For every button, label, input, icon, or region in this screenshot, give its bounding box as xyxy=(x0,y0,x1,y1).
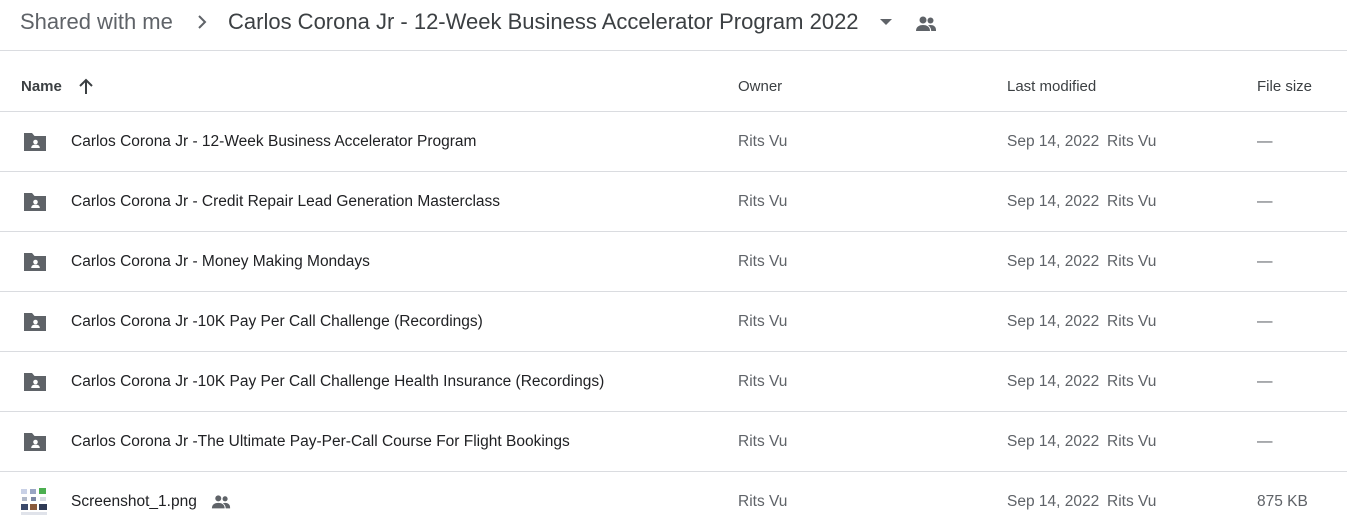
file-modified-by: Rits Vu xyxy=(1107,193,1157,210)
column-header-last-modified[interactable]: Last modified xyxy=(1007,51,1096,111)
file-modified-by: Rits Vu xyxy=(1107,493,1157,510)
file-owner: Rits Vu xyxy=(738,193,788,210)
file-owner: Rits Vu xyxy=(738,493,788,510)
shared-folder-icon xyxy=(24,313,46,331)
file-name[interactable]: Carlos Corona Jr - 12-Week Business Acce… xyxy=(71,112,476,172)
file-row[interactable]: Screenshot_1.png Rits Vu Sep 14, 2022 Ri… xyxy=(0,472,1347,532)
file-modified-by: Rits Vu xyxy=(1107,433,1157,450)
breadcrumb-root-shared-with-me[interactable]: Shared with me xyxy=(20,9,173,35)
file-name[interactable]: Carlos Corona Jr -The Ultimate Pay-Per-C… xyxy=(71,412,570,472)
arrow-up-sort-icon[interactable] xyxy=(77,78,95,96)
file-modified-date: Sep 14, 2022 xyxy=(1007,373,1100,390)
shared-folder-icon xyxy=(24,193,46,211)
shared-folder-icon xyxy=(24,133,46,151)
file-row[interactable]: Carlos Corona Jr -10K Pay Per Call Chall… xyxy=(0,292,1347,352)
file-modified-date: Sep 14, 2022 xyxy=(1007,493,1100,510)
file-owner: Rits Vu xyxy=(738,313,788,330)
file-modified-date: Sep 14, 2022 xyxy=(1007,313,1100,330)
file-row[interactable]: Carlos Corona Jr -The Ultimate Pay-Per-C… xyxy=(0,412,1347,472)
file-size: — xyxy=(1257,133,1273,150)
file-modified-by: Rits Vu xyxy=(1107,253,1157,270)
people-icon[interactable] xyxy=(914,12,938,36)
file-modified-date: Sep 14, 2022 xyxy=(1007,433,1100,450)
file-size: — xyxy=(1257,193,1273,210)
shared-folder-icon xyxy=(24,433,46,451)
file-modified-date: Sep 14, 2022 xyxy=(1007,253,1100,270)
file-size: — xyxy=(1257,253,1273,270)
file-modified-by: Rits Vu xyxy=(1107,373,1157,390)
file-name[interactable]: Carlos Corona Jr - Money Making Mondays xyxy=(71,232,370,292)
column-header-file-size[interactable]: File size xyxy=(1257,51,1312,111)
file-list: Carlos Corona Jr - 12-Week Business Acce… xyxy=(0,112,1347,532)
shared-folder-icon xyxy=(24,373,46,391)
file-row[interactable]: Carlos Corona Jr - 12-Week Business Acce… xyxy=(0,112,1347,172)
column-header-name[interactable]: Name xyxy=(21,51,62,111)
file-modified-by: Rits Vu xyxy=(1107,133,1157,150)
breadcrumb-current-folder[interactable]: Carlos Corona Jr - 12-Week Business Acce… xyxy=(228,9,859,35)
file-modified-date: Sep 14, 2022 xyxy=(1007,193,1100,210)
file-owner: Rits Vu xyxy=(738,433,788,450)
file-size: — xyxy=(1257,433,1273,450)
file-name[interactable]: Screenshot_1.png xyxy=(71,472,197,532)
file-name[interactable]: Carlos Corona Jr -10K Pay Per Call Chall… xyxy=(71,292,483,352)
column-header-row: Name Owner Last modified File size xyxy=(0,51,1347,112)
file-row[interactable]: Carlos Corona Jr -10K Pay Per Call Chall… xyxy=(0,352,1347,412)
column-header-owner: Owner xyxy=(738,78,783,95)
file-modified-date: Sep 14, 2022 xyxy=(1007,133,1100,150)
file-modified-by: Rits Vu xyxy=(1107,313,1157,330)
caret-down-icon[interactable] xyxy=(876,14,896,30)
file-name[interactable]: Carlos Corona Jr -10K Pay Per Call Chall… xyxy=(71,352,604,412)
file-name[interactable]: Carlos Corona Jr - Credit Repair Lead Ge… xyxy=(71,172,500,232)
breadcrumb-bar: Shared with me Carlos Corona Jr - 12-Wee… xyxy=(0,0,1347,51)
file-size: — xyxy=(1257,313,1273,330)
chevron-right-icon xyxy=(198,15,207,29)
file-owner: Rits Vu xyxy=(738,253,788,270)
shared-folder-icon xyxy=(24,253,46,271)
file-owner: Rits Vu xyxy=(738,133,788,150)
file-owner: Rits Vu xyxy=(738,373,788,390)
file-size: 875 KB xyxy=(1257,493,1308,510)
file-row[interactable]: Carlos Corona Jr - Money Making Mondays … xyxy=(0,232,1347,292)
file-row[interactable]: Carlos Corona Jr - Credit Repair Lead Ge… xyxy=(0,172,1347,232)
file-size: — xyxy=(1257,373,1273,390)
image-thumbnail xyxy=(20,487,52,517)
people-icon xyxy=(211,495,231,509)
